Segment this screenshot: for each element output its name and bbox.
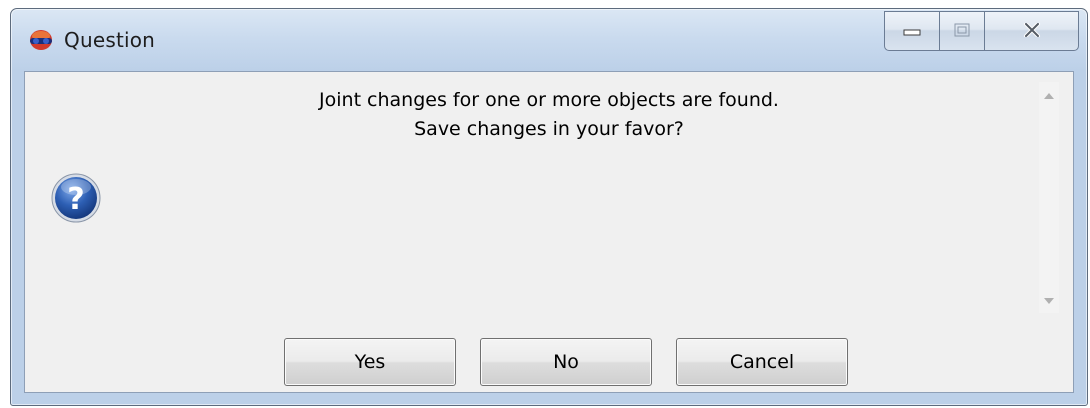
- close-button[interactable]: [984, 11, 1079, 51]
- dialog-window: Question ? Joint changes for one or more…: [10, 8, 1088, 406]
- cancel-button[interactable]: Cancel: [676, 338, 848, 386]
- title-bar[interactable]: Question: [11, 9, 1087, 71]
- question-icon: ?: [50, 172, 102, 224]
- scroll-up-arrow-icon[interactable]: [1039, 86, 1059, 106]
- svg-text:?: ?: [67, 182, 84, 217]
- app-logo-icon: [28, 29, 54, 51]
- vertical-scrollbar[interactable]: [1039, 82, 1059, 313]
- close-icon: [1023, 21, 1041, 41]
- yes-button[interactable]: Yes: [284, 338, 456, 386]
- maximize-button[interactable]: [939, 11, 984, 51]
- message-line-2: Save changes in your favor?: [414, 118, 684, 140]
- scroll-down-arrow-icon[interactable]: [1039, 291, 1059, 311]
- caption-buttons: [884, 11, 1079, 51]
- dialog-message: Joint changes for one or more objects ar…: [85, 86, 1013, 144]
- window-title: Question: [64, 28, 156, 52]
- message-line-1: Joint changes for one or more objects ar…: [319, 89, 779, 111]
- minimize-button[interactable]: [884, 11, 939, 51]
- minimize-icon: [903, 22, 921, 41]
- no-button[interactable]: No: [480, 338, 652, 386]
- maximize-icon: [954, 22, 970, 41]
- dialog-body: ? Joint changes for one or more objects …: [24, 71, 1074, 393]
